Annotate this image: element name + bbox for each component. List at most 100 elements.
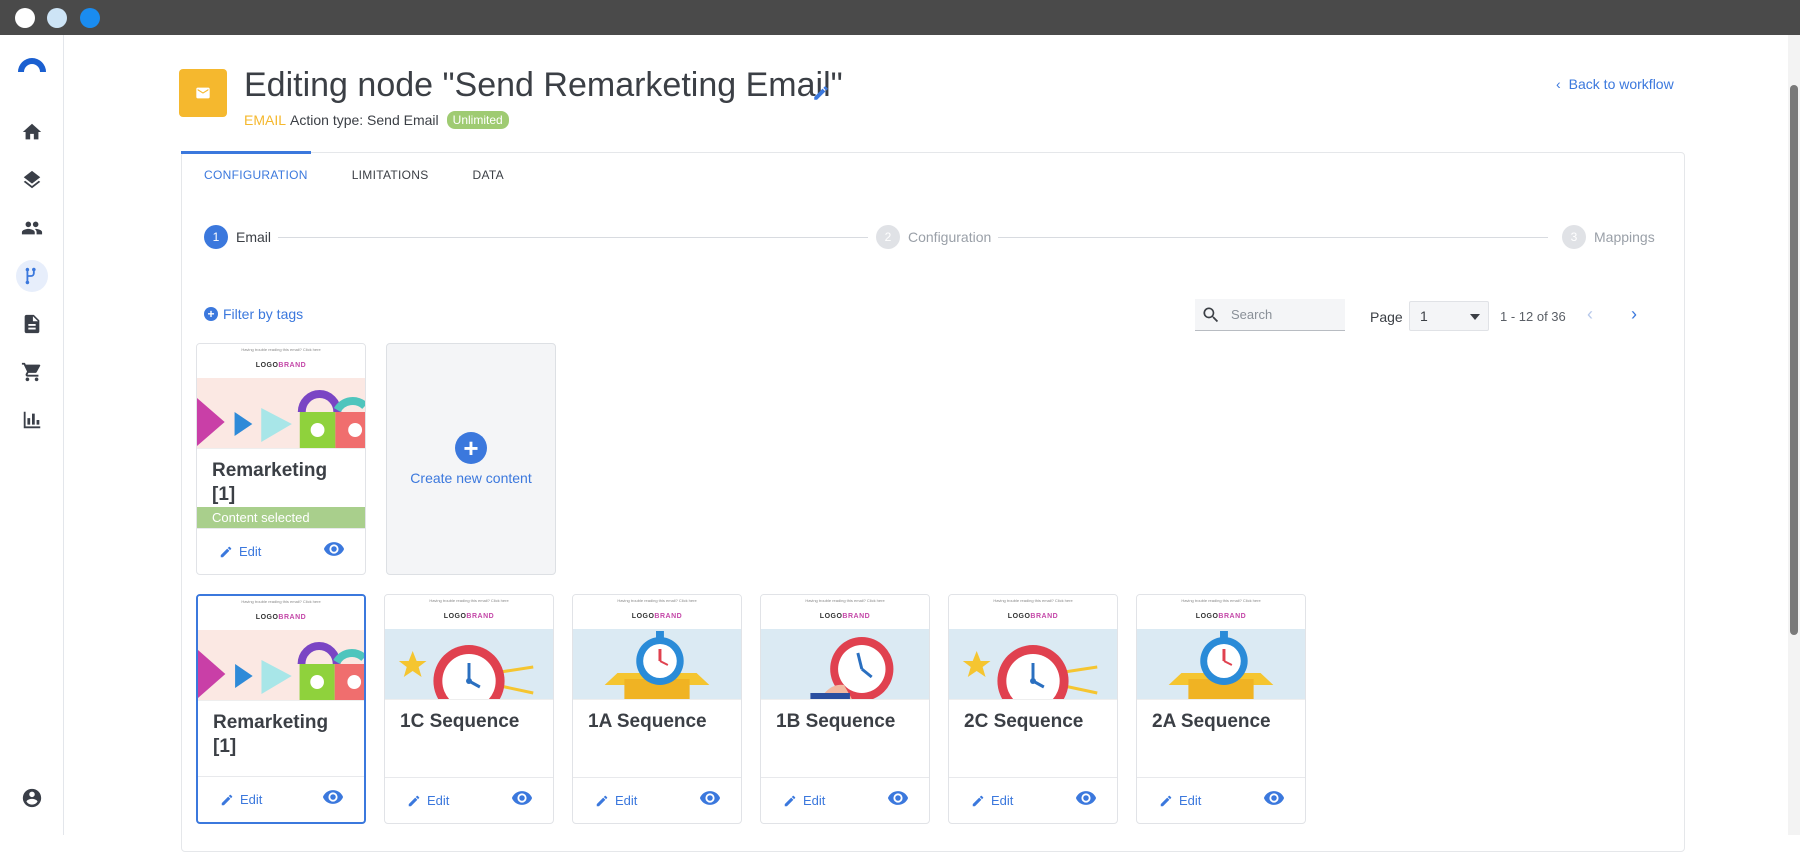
thumb-preheader: Having trouble reading this email? Click… xyxy=(241,599,321,604)
thumb-logo: LOGOBRAND xyxy=(385,613,553,620)
preview-button[interactable] xyxy=(699,787,721,814)
search-icon xyxy=(1203,307,1219,322)
tab-configuration[interactable]: CONFIGURATION xyxy=(181,151,330,197)
edit-label: Edit xyxy=(427,793,450,808)
search-box xyxy=(1195,299,1345,331)
sidebar-item-audience[interactable] xyxy=(16,212,48,244)
limit-badge: Unlimited xyxy=(446,111,509,129)
selected-content-card[interactable]: Having trouble reading this email? Click… xyxy=(196,343,366,575)
card-footer: Edit xyxy=(385,777,553,823)
box-illustration xyxy=(573,629,741,699)
step-configuration[interactable]: 2 Configuration xyxy=(876,225,991,249)
preview-button[interactable] xyxy=(1075,787,1097,814)
page-title: Editing node "Send Remarketing Email" xyxy=(244,66,843,104)
brand-text: BRAND xyxy=(654,613,683,620)
edit-button[interactable]: Edit xyxy=(220,792,262,807)
create-new-content-card[interactable]: + Create new content xyxy=(386,343,556,575)
preview-button[interactable] xyxy=(322,786,344,813)
thumb-preheader: Having trouble reading this email? Click… xyxy=(805,598,885,603)
edit-label: Edit xyxy=(1179,793,1202,808)
logo-text: LOGO xyxy=(255,362,279,369)
back-link-label: Back to workflow xyxy=(1568,76,1674,92)
edit-button[interactable]: Edit xyxy=(595,793,637,808)
preview-button[interactable] xyxy=(323,538,345,565)
preview-button[interactable] xyxy=(887,787,909,814)
content-card[interactable]: Having trouble reading this email? Click… xyxy=(384,594,554,824)
content-card[interactable]: Having trouble reading this email? Click… xyxy=(760,594,930,824)
sidebar-item-layers[interactable] xyxy=(16,164,48,196)
pagination-range: 1 - 12 of 36 xyxy=(1500,309,1566,324)
next-page-button[interactable]: › xyxy=(1631,304,1637,325)
edit-button[interactable]: Edit xyxy=(219,544,261,559)
search-input[interactable] xyxy=(1231,307,1331,322)
chart-icon xyxy=(23,411,41,429)
window-titlebar xyxy=(0,0,1800,35)
hand-illustration xyxy=(761,629,929,699)
sidebar-item-content[interactable] xyxy=(16,308,48,340)
pencil-icon xyxy=(1160,795,1172,806)
thumb-logo: LOGOBRAND xyxy=(573,613,741,620)
cart-icon xyxy=(21,362,41,382)
mail-icon xyxy=(196,87,210,99)
brand-text: BRAND xyxy=(842,613,871,620)
window-minimize-button[interactable] xyxy=(47,8,67,28)
create-new-content-label: Create new content xyxy=(410,470,532,486)
pencil-icon xyxy=(972,795,984,806)
plus-circle-icon: + xyxy=(204,307,218,321)
sidebar xyxy=(0,35,64,835)
edit-button[interactable]: Edit xyxy=(783,793,825,808)
edit-button[interactable]: Edit xyxy=(1159,793,1201,808)
back-to-workflow-link[interactable]: ‹ Back to workflow xyxy=(1556,76,1674,92)
tab-bar: CONFIGURATION LIMITATIONS DATA xyxy=(181,151,526,197)
sidebar-item-home[interactable] xyxy=(16,116,48,148)
content-card[interactable]: Having trouble reading this email? Click… xyxy=(196,594,366,824)
thumb-preheader: Having trouble reading this email? Click… xyxy=(1181,598,1261,603)
content-selected-bar: Content selected xyxy=(197,507,365,529)
thumb-logo: LOGOBRAND xyxy=(761,613,929,620)
edit-button[interactable]: Edit xyxy=(971,793,1013,808)
edit-label: Edit xyxy=(991,793,1014,808)
content-card[interactable]: Having trouble reading this email? Click… xyxy=(948,594,1118,824)
sidebar-item-account[interactable] xyxy=(16,782,48,814)
thumb-logo: LOGOBRAND xyxy=(197,362,365,369)
edit-title-button[interactable] xyxy=(812,84,830,102)
pencil-icon xyxy=(596,795,608,806)
content-card[interactable]: Having trouble reading this email? Click… xyxy=(1136,594,1306,824)
chevron-left-icon: ‹ xyxy=(1556,76,1561,92)
layers-icon xyxy=(23,170,41,189)
edit-label: Edit xyxy=(239,544,262,559)
sidebar-item-commerce[interactable] xyxy=(16,356,48,388)
sidebar-item-workflows[interactable] xyxy=(16,260,48,292)
tab-limitations[interactable]: LIMITATIONS xyxy=(330,153,451,197)
window-close-button[interactable] xyxy=(15,8,35,28)
content-card[interactable]: Having trouble reading this email? Click… xyxy=(572,594,742,824)
box-illustration xyxy=(1137,629,1305,699)
app-logo[interactable] xyxy=(16,54,48,74)
pencil-icon xyxy=(408,795,420,806)
step-number: 2 xyxy=(876,225,900,249)
tab-data[interactable]: DATA xyxy=(451,153,526,197)
eye-icon xyxy=(323,542,345,556)
preview-button[interactable] xyxy=(1263,787,1285,814)
card-thumbnail: Having trouble reading this email? Click… xyxy=(198,596,364,701)
brand-text: BRAND xyxy=(278,362,307,369)
logo-text: LOGO xyxy=(1007,613,1031,620)
edit-label: Edit xyxy=(240,792,263,807)
scrollbar-thumb[interactable] xyxy=(1790,85,1798,635)
previous-page-button[interactable]: ‹ xyxy=(1587,304,1593,325)
card-thumbnail: Having trouble reading this email? Click… xyxy=(761,595,929,700)
page-select[interactable]: 1 xyxy=(1409,301,1489,331)
step-mappings[interactable]: 3 Mappings xyxy=(1562,225,1655,249)
document-icon xyxy=(24,314,40,334)
step-email[interactable]: 1 Email xyxy=(204,225,271,249)
eye-icon xyxy=(699,791,721,805)
account-circle-icon xyxy=(22,788,42,808)
edit-button[interactable]: Edit xyxy=(407,793,449,808)
step-number: 1 xyxy=(204,225,228,249)
filter-by-tags-button[interactable]: + Filter by tags xyxy=(204,306,303,322)
preview-button[interactable] xyxy=(511,787,533,814)
page-scrollbar[interactable] xyxy=(1788,35,1800,835)
node-subtitle: EMAIL Action type: Send Email Unlimited xyxy=(244,111,509,129)
sidebar-item-analytics[interactable] xyxy=(16,404,48,436)
window-maximize-button[interactable] xyxy=(80,8,100,28)
